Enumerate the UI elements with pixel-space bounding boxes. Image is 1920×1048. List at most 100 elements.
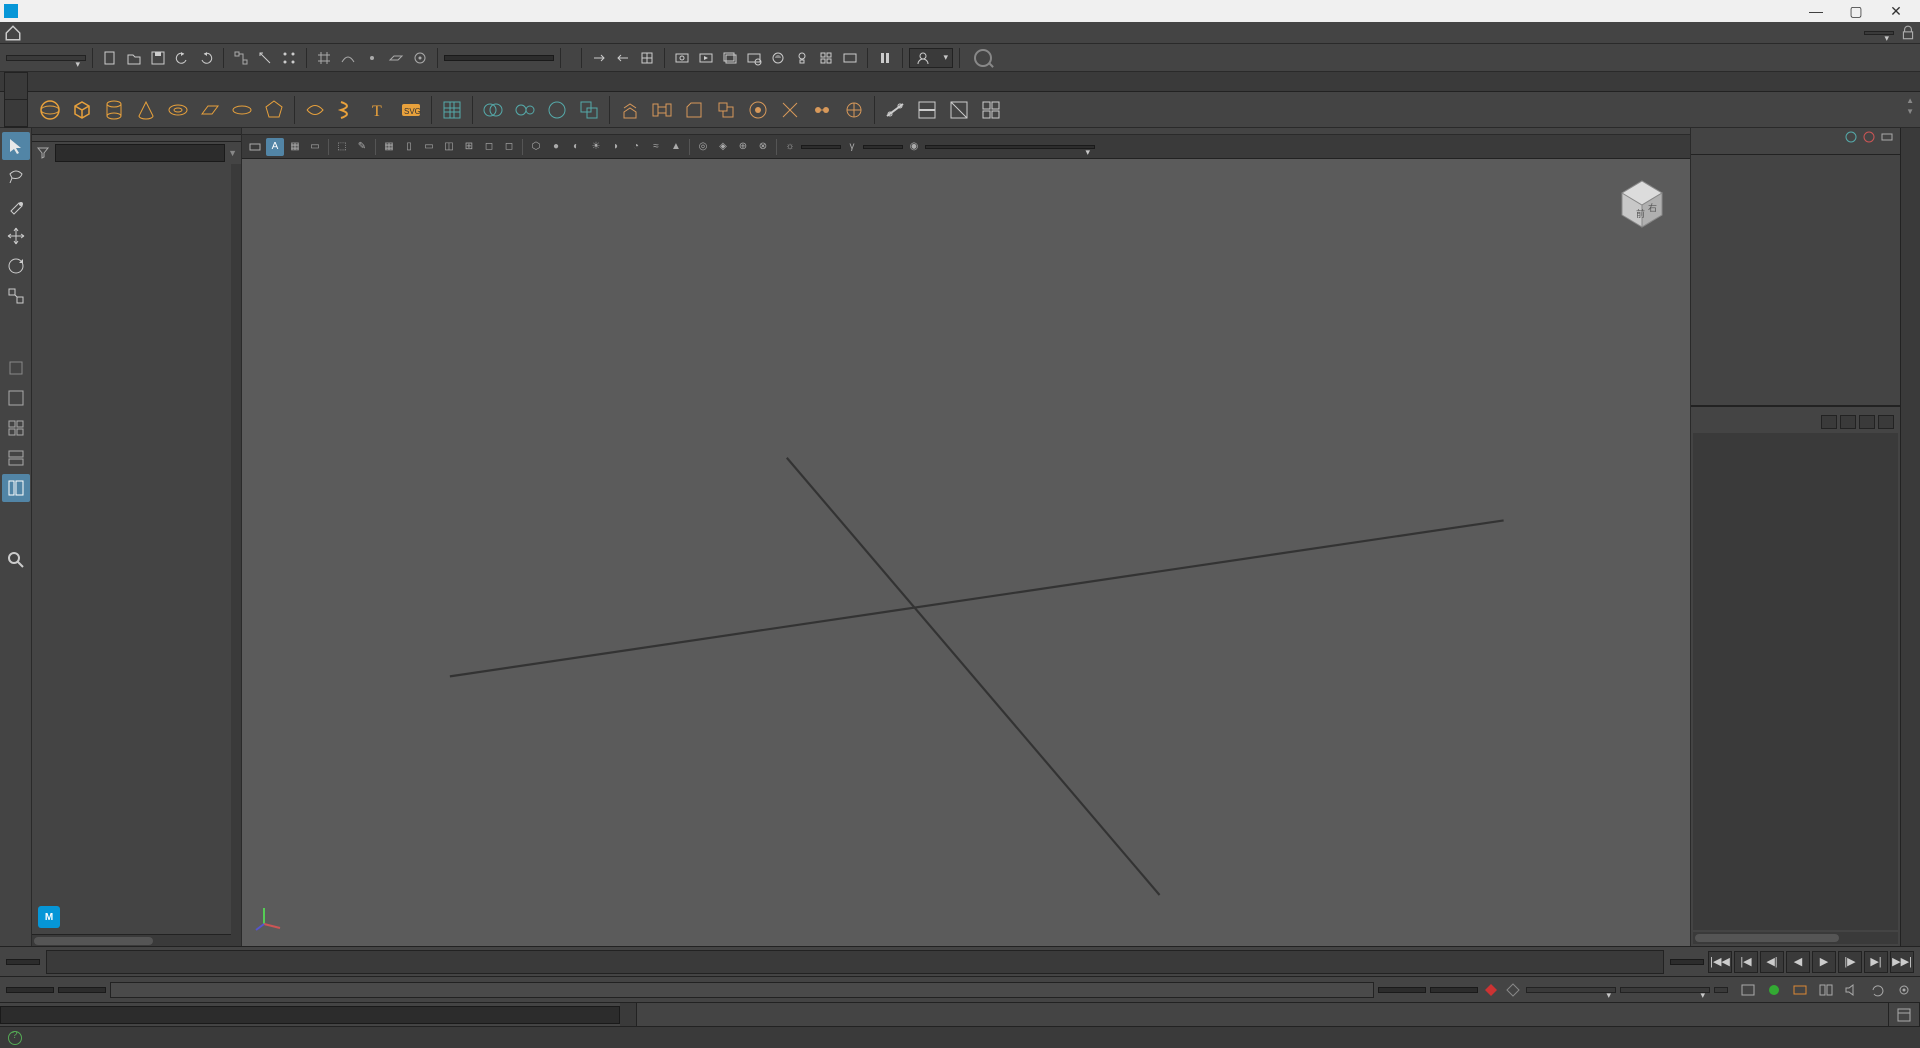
vp-exposure-icon[interactable]: ☼ [781,138,799,156]
outliner-search-dropdown-icon[interactable]: ▼ [228,148,237,158]
combine-icon[interactable] [479,96,507,124]
render-setup-button[interactable] [815,47,837,69]
viewcube-icon[interactable]: 前右 [1614,175,1670,231]
search-tool-button[interactable] [2,546,30,574]
outliner-vscrollbar[interactable] [231,164,241,946]
poly-sphere-icon[interactable] [36,96,64,124]
vp-isolate-icon[interactable]: ◎ [694,138,712,156]
bevel-icon[interactable] [680,96,708,124]
light-editor-button[interactable] [791,47,813,69]
step-forward-button[interactable]: |▶ [1838,951,1862,973]
vp-resolution-gate-icon[interactable]: ▭ [420,138,438,156]
smooth-icon[interactable] [543,96,571,124]
workspace-lock-icon[interactable] [1900,25,1916,41]
range-loop-icon[interactable] [1738,981,1758,999]
poly-plane-icon[interactable] [196,96,224,124]
poly-platonic-icon[interactable] [260,96,288,124]
select-by-component-button[interactable] [278,47,300,69]
single-view-button[interactable] [2,384,30,412]
workspace-dropdown[interactable] [1864,31,1894,35]
save-scene-button[interactable] [147,47,169,69]
vp-view-transform-icon[interactable]: ◉ [905,138,923,156]
vp-bookmark-icon[interactable]: ▦ [286,138,304,156]
set-key-button[interactable] [1482,981,1500,999]
collapse-icon[interactable] [776,96,804,124]
paint-select-tool-button[interactable] [2,192,30,220]
range-sound-icon[interactable] [1764,981,1784,999]
playblast-button[interactable] [839,47,861,69]
vp-2d-pan-icon[interactable]: ⬚ [333,138,351,156]
go-end-button[interactable]: ▶▶| [1890,951,1914,973]
open-scene-button[interactable] [123,47,145,69]
quad-draw-icon[interactable] [977,96,1005,124]
ipr-render-button[interactable] [695,47,717,69]
vp-camera-attr-icon[interactable]: A [266,138,284,156]
select-by-hierarchy-button[interactable] [230,47,252,69]
new-scene-button[interactable] [99,47,121,69]
search-icon[interactable] [974,49,992,67]
merge-icon[interactable] [808,96,836,124]
window-maximize-button[interactable]: ▢ [1836,3,1876,20]
vp-grease-icon[interactable]: ✎ [353,138,371,156]
layer-hscrollbar[interactable] [1693,932,1898,944]
append-icon[interactable] [712,96,740,124]
poly-cone-icon[interactable] [132,96,160,124]
rotate-tool-button[interactable] [2,252,30,280]
layer-new-empty-button[interactable] [1859,415,1875,429]
outliner-layout-button[interactable] [2,474,30,502]
render-sequence-button[interactable] [719,47,741,69]
module-selector[interactable] [6,55,86,61]
vp-motion-blur-icon[interactable]: ≈ [647,138,665,156]
vp-gamma-field[interactable] [863,145,903,149]
outliner-search-input[interactable] [55,144,225,162]
vp-select-camera-icon[interactable] [246,138,264,156]
vp-use-lights-icon[interactable]: ☀ [587,138,605,156]
shelf-scroll-arrows[interactable]: ▲▼ [1906,96,1914,116]
command-lang-label[interactable] [620,1003,637,1026]
vp-xray-icon[interactable]: ◈ [714,138,732,156]
range-sync-icon[interactable] [1868,981,1888,999]
home-icon[interactable] [4,24,22,42]
layer-list[interactable] [1693,433,1898,930]
layer-move-down-button[interactable] [1840,415,1856,429]
range-out-field[interactable] [1378,987,1426,993]
toggle-pause-button[interactable] [874,47,896,69]
vp-field-chart-icon[interactable]: ⊞ [460,138,478,156]
range-track[interactable] [110,982,1374,998]
shelf-toggle-tabs[interactable] [4,72,28,128]
rp-icon-1[interactable] [1844,130,1858,144]
boolean-icon[interactable] [575,96,603,124]
vp-safe-title-icon[interactable]: ◻ [500,138,518,156]
render-frame-button[interactable] [671,47,693,69]
current-frame-field[interactable] [6,959,40,965]
vp-ao-icon[interactable]: ◔ [627,138,645,156]
anim-layer-dropdown[interactable] [1620,987,1710,993]
last-tool-button[interactable] [2,354,30,382]
vp-gate-mask-icon[interactable]: ◫ [440,138,458,156]
rp-icon-3[interactable] [1880,130,1894,144]
fps-field[interactable] [1714,987,1728,993]
poly-cube-icon[interactable] [68,96,96,124]
layer-move-up-button[interactable] [1821,415,1837,429]
go-start-button[interactable]: |◀◀ [1708,951,1732,973]
insert-edge-icon[interactable] [913,96,941,124]
range-start-field[interactable] [6,987,54,993]
range-settings-icon[interactable] [1894,981,1914,999]
step-back-button[interactable]: ◀| [1760,951,1784,973]
vp-shadows-icon[interactable]: ◗ [607,138,625,156]
extrude-icon[interactable] [616,96,644,124]
target-weld-icon[interactable] [840,96,868,124]
move-tool-button[interactable] [2,222,30,250]
render-settings-button[interactable] [743,47,765,69]
auto-key-button[interactable] [1504,981,1522,999]
snap-plane-button[interactable] [385,47,407,69]
outliner-tree[interactable] [32,164,231,900]
poly-cylinder-icon[interactable] [100,96,128,124]
range-in-field[interactable] [58,987,106,993]
select-tool-button[interactable] [2,132,30,160]
character-set-dropdown[interactable] [1526,987,1616,993]
current-frame-field-2[interactable] [1670,959,1704,965]
active-surface-field[interactable] [444,55,554,61]
select-by-object-button[interactable] [254,47,276,69]
window-minimize-button[interactable]: — [1796,3,1836,19]
